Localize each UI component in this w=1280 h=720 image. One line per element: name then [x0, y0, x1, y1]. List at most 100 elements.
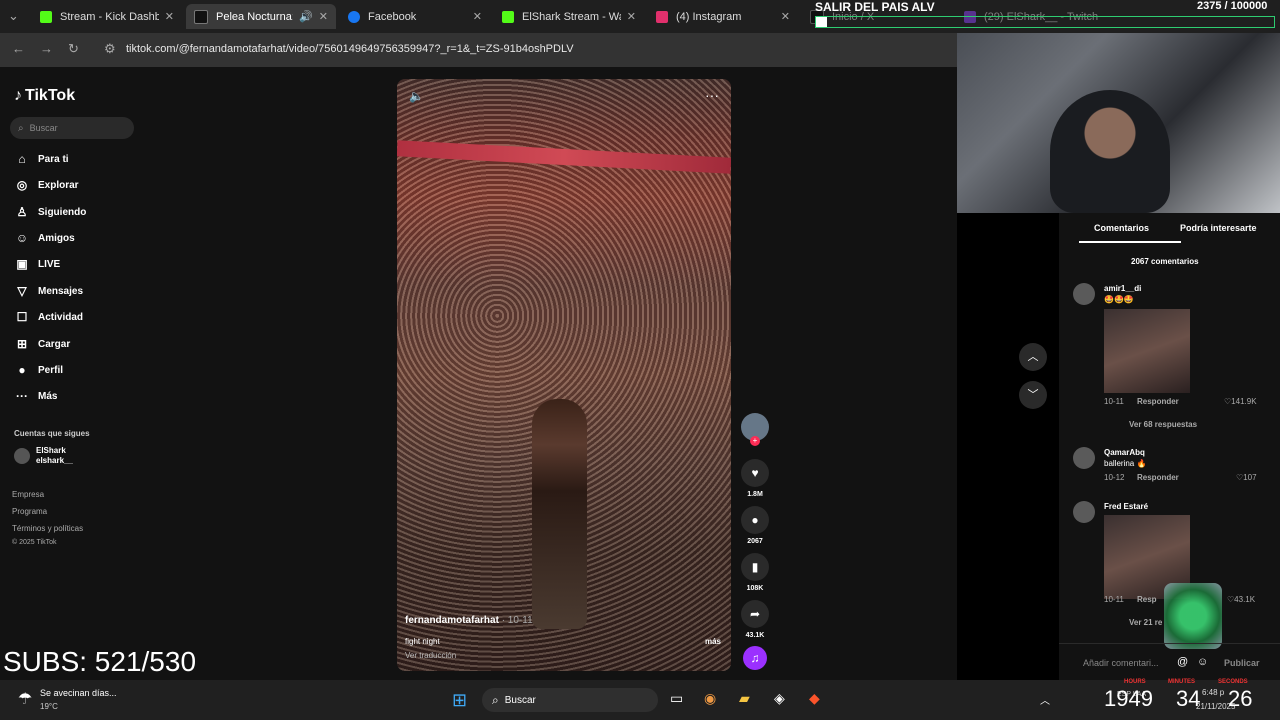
- back-icon[interactable]: ←: [12, 41, 25, 56]
- kick-icon: [502, 10, 514, 23]
- tray-chevron-up-icon[interactable]: ︿: [1040, 692, 1050, 707]
- footer-programa[interactable]: Programa: [12, 507, 47, 516]
- footer-terminos[interactable]: Términos y políticas: [12, 524, 83, 533]
- more-options-icon[interactable]: ···: [705, 87, 719, 103]
- follow-plus-icon[interactable]: +: [750, 436, 760, 446]
- comment-input[interactable]: Añadir comentari...: [1083, 658, 1159, 668]
- avatar[interactable]: [1073, 501, 1095, 523]
- comment-user[interactable]: amir1__di: [1104, 284, 1141, 293]
- taskbar-search[interactable]: ⌕ Buscar: [482, 688, 658, 712]
- nav-live[interactable]: ▣ LIVE: [14, 257, 60, 271]
- comment-user[interactable]: Fred Estaré: [1104, 502, 1148, 511]
- prev-video-button[interactable]: ︿: [1019, 343, 1047, 371]
- avatar[interactable]: [1073, 447, 1095, 469]
- view-replies[interactable]: Ver 68 respuestas: [1129, 420, 1197, 429]
- task-view-icon[interactable]: ▭: [670, 690, 683, 707]
- video-player[interactable]: 🔈 ··· fernandamotafarhat · 10-11 fight n…: [397, 79, 731, 671]
- nav-mensajes[interactable]: ▽ Mensajes: [14, 284, 83, 298]
- upload-icon: ⊞: [16, 337, 28, 351]
- chevron-down-icon: ﹀: [1027, 389, 1039, 401]
- site-info-icon[interactable]: ⚙: [104, 41, 116, 57]
- following-account[interactable]: ElShark elshark__: [14, 446, 73, 466]
- close-icon[interactable]: ✕: [319, 10, 328, 23]
- comment-icon: ●: [741, 506, 769, 534]
- save-button[interactable]: ▮ 108K: [740, 553, 770, 592]
- comment-like[interactable]: ♡43.1K: [1227, 595, 1255, 604]
- search-icon: ⌕: [18, 122, 24, 134]
- timer-hours: 1949: [1104, 686, 1153, 711]
- file-explorer-icon[interactable]: ▰: [739, 690, 750, 707]
- reply-button[interactable]: Responder: [1137, 473, 1179, 482]
- brave-icon[interactable]: ◆: [809, 690, 820, 707]
- close-icon[interactable]: ✕: [165, 10, 174, 23]
- close-icon[interactable]: ✕: [473, 10, 482, 23]
- comment-user[interactable]: QamarAbq: [1104, 448, 1145, 457]
- video-author[interactable]: fernandamotafarhat · 10-11: [405, 615, 533, 626]
- translate-link[interactable]: Ver traducción: [405, 651, 456, 660]
- author-avatar-button[interactable]: +: [740, 413, 770, 446]
- reply-button[interactable]: Resp: [1137, 595, 1157, 604]
- next-video-button[interactable]: ﹀: [1019, 381, 1047, 409]
- timer-minutes-label: MINUTES: [1168, 679, 1195, 685]
- more-link[interactable]: más: [705, 637, 721, 646]
- comment-image[interactable]: [1104, 309, 1190, 393]
- windows-taskbar: ☂ Se avecinan días... 19°C ⊞ ⌕ Buscar ▭ …: [0, 680, 1280, 720]
- comment-like[interactable]: ♡141.9K: [1224, 397, 1257, 406]
- nav-explorar[interactable]: ◎ Explorar: [14, 178, 79, 192]
- reply-button[interactable]: Responder: [1137, 397, 1179, 406]
- tab-facebook[interactable]: Facebook ✕: [340, 4, 490, 29]
- nav-perfil[interactable]: ● Perfil: [14, 363, 63, 377]
- weather-text[interactable]: Se avecinan días...: [40, 688, 117, 698]
- more-icon: ···: [16, 389, 28, 403]
- view-replies[interactable]: Ver 21 re: [1129, 618, 1162, 627]
- profile-avatar-icon: ●: [18, 363, 26, 377]
- timer-seconds-label: SECONDS: [1218, 679, 1248, 685]
- emoji-icon[interactable]: ☺: [1197, 656, 1208, 668]
- nav-siguiendo[interactable]: ♙ Siguiendo: [14, 205, 87, 219]
- tab-comentarios[interactable]: Comentarios: [1094, 223, 1149, 233]
- reload-icon[interactable]: ↻: [68, 41, 79, 57]
- nav-cargar[interactable]: ⊞ Cargar: [14, 337, 70, 351]
- tiktok-logo[interactable]: ♪ TikTok: [14, 87, 75, 105]
- avatar[interactable]: [1073, 283, 1095, 305]
- tiktok-icon: ♪: [14, 87, 22, 104]
- webcam-streamer: [1050, 90, 1170, 213]
- comment-date: 10-11: [1104, 397, 1124, 406]
- weather-temp: 19°C: [40, 702, 58, 711]
- like-button[interactable]: ♥ 1.8M: [740, 459, 770, 498]
- url-field[interactable]: tiktok.com/@fernandamotafarhat/video/756…: [126, 43, 574, 55]
- tab-tiktok-active[interactable]: Pelea Nocturna: Fe🔊✕: [186, 4, 336, 29]
- tab-kick-dashboard[interactable]: Stream - Kick Dashboa✕: [32, 4, 182, 29]
- nav-mas[interactable]: ··· Más: [14, 389, 57, 403]
- nav-actividad[interactable]: ☐ Actividad: [14, 310, 83, 324]
- close-icon[interactable]: ✕: [781, 10, 790, 23]
- forward-icon[interactable]: →: [40, 41, 53, 56]
- share-button[interactable]: ➦ 43.1K: [740, 600, 770, 639]
- tab-elshark-stream[interactable]: ElShark Stream - Watc✕: [494, 4, 644, 29]
- tab-podria-interesarte[interactable]: Podría interesarte: [1180, 223, 1257, 233]
- comment-date: 10-11: [1104, 595, 1124, 604]
- volume-icon[interactable]: 🔈: [409, 89, 424, 103]
- tab-instagram[interactable]: (4) Instagram ✕: [648, 4, 798, 29]
- following-title: Cuentas que sigues: [14, 429, 90, 438]
- app-icon[interactable]: ◈: [774, 690, 785, 707]
- compass-icon: ◎: [16, 178, 28, 192]
- speaker-icon[interactable]: 🔊: [299, 10, 313, 23]
- clock-time[interactable]: 6:48 p: [1202, 688, 1224, 697]
- footer-empresa[interactable]: Empresa: [12, 490, 44, 499]
- nav-para-ti[interactable]: ⌂ Para ti: [14, 152, 68, 166]
- close-icon[interactable]: ✕: [627, 10, 636, 23]
- comment-like[interactable]: ♡107: [1236, 473, 1257, 482]
- comment-date: 10-12: [1104, 473, 1125, 482]
- chrome-icon[interactable]: ◉: [704, 690, 716, 707]
- search-input[interactable]: ⌕ Buscar: [10, 117, 134, 139]
- comment-button[interactable]: ● 2067: [740, 506, 770, 545]
- publish-button[interactable]: Publicar: [1224, 658, 1260, 668]
- music-disc-button[interactable]: ♫: [740, 646, 770, 670]
- video-frame-subject: [532, 399, 587, 629]
- mention-icon[interactable]: @: [1177, 656, 1188, 668]
- windows-start-icon[interactable]: ⊞: [452, 690, 467, 711]
- tab-list-icon[interactable]: ⌄: [8, 8, 19, 24]
- nav-amigos[interactable]: ☺ Amigos: [14, 231, 75, 245]
- weather-icon[interactable]: ☂: [14, 688, 36, 710]
